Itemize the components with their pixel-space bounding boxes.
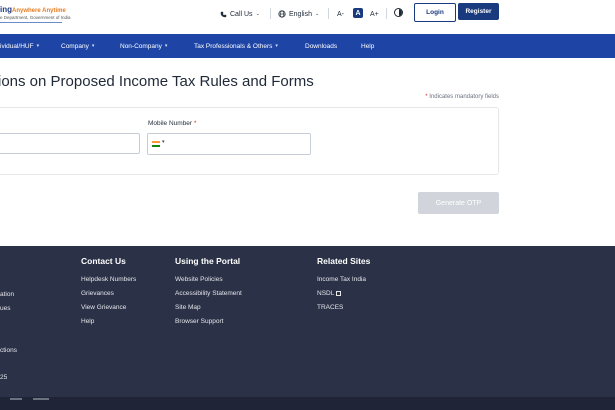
nav-item-individual[interactable]: ividual/HUF ▾: [0, 34, 39, 58]
footer-heading-contact: Contact Us: [81, 256, 126, 266]
language-label: English: [289, 10, 312, 18]
register-button[interactable]: Register: [458, 3, 499, 20]
main-nav: ividual/HUF ▾ Company ▾ Non-Company ▾ Ta…: [0, 34, 615, 58]
footer-link-nsdl[interactable]: NSDL: [317, 290, 342, 297]
mobile-number-input[interactable]: ▾: [147, 133, 311, 155]
nav-item-company[interactable]: Company ▾: [61, 34, 94, 58]
chevron-down-icon: ▾: [91, 43, 95, 49]
divider: [386, 8, 387, 19]
chevron-down-icon[interactable]: ▾: [162, 139, 165, 145]
footer-link[interactable]: ctions: [0, 347, 17, 354]
external-link-icon: [336, 291, 342, 296]
india-flag-icon[interactable]: [152, 141, 160, 147]
logo-underline: [0, 22, 62, 23]
footer-link-site-map[interactable]: Site Map: [175, 304, 201, 311]
footer-link-income-tax-india[interactable]: Income Tax India: [317, 276, 366, 283]
page-title: ions on Proposed Income Tax Rules and Fo…: [0, 73, 314, 90]
language-dropdown[interactable]: English ⌄: [278, 7, 319, 21]
globe-icon: [278, 10, 286, 18]
nav-item-non-company[interactable]: Non-Company ▾: [120, 34, 167, 58]
footer: ation ues ctions 25 Contact Us Helpdesk …: [0, 246, 615, 410]
call-us-label: Call Us: [230, 10, 253, 18]
chevron-down-icon: ⌄: [255, 11, 260, 17]
footer-link-traces[interactable]: TRACES: [317, 304, 343, 311]
chevron-down-icon: ⌄: [314, 11, 320, 17]
nav-item-label: Tax Professionals & Others: [194, 42, 273, 50]
nav-item-help[interactable]: Help: [361, 34, 374, 58]
required-star: *: [425, 94, 428, 100]
nav-item-label: Non-Company: [120, 42, 162, 50]
footer-link[interactable]: ues: [0, 305, 10, 312]
required-star: *: [193, 120, 197, 127]
font-increase-button[interactable]: A+: [370, 7, 379, 21]
mobile-number-label: Mobile Number *: [148, 120, 196, 127]
mobile-number-label-text: Mobile Number: [148, 120, 193, 127]
nav-item-label: Downloads: [305, 42, 338, 50]
chevron-down-icon: ▾: [164, 43, 168, 49]
footer-link-nsdl-label: NSDL: [317, 290, 335, 297]
footer-link-helpdesk[interactable]: Helpdesk Numbers: [81, 276, 136, 283]
nav-item-label: Help: [361, 42, 375, 50]
chevron-down-icon: ▾: [275, 43, 278, 49]
top-header: ingAnywhere Anytime e Department, Govern…: [0, 0, 615, 35]
generate-otp-button[interactable]: Generate OTP: [418, 192, 499, 214]
footer-bottom-marker: [10, 398, 22, 400]
nav-item-label: ividual/HUF: [0, 42, 34, 50]
footer-link-website-policies[interactable]: Website Policies: [175, 276, 223, 283]
logo-subtitle: e Department, Government of India: [0, 15, 71, 20]
chevron-down-icon: ▾: [36, 43, 40, 49]
font-normal-button[interactable]: A: [353, 8, 363, 18]
footer-link-browser-support[interactable]: Browser Support: [175, 318, 223, 325]
mandatory-note: * Indicates mandatory fields: [425, 94, 499, 100]
divider: [270, 8, 271, 19]
phone-icon: [220, 11, 227, 17]
footer-bottom-marker: [33, 398, 49, 400]
footer-heading-related: Related Sites: [317, 256, 371, 266]
nav-item-tax-professionals[interactable]: Tax Professionals & Others ▾: [194, 34, 278, 58]
footer-link: 25: [0, 374, 8, 381]
footer-heading-portal: Using the Portal: [175, 256, 241, 266]
site-logo[interactable]: ingAnywhere Anytime e Department, Govern…: [0, 3, 71, 29]
footer-link-grievances[interactable]: Grievances: [81, 290, 114, 297]
footer-link-help[interactable]: Help: [81, 318, 94, 325]
font-decrease-button[interactable]: A-: [337, 7, 344, 21]
login-button[interactable]: Login: [414, 3, 456, 22]
footer-bottom-bar: [0, 397, 615, 410]
divider: [328, 8, 329, 19]
contrast-icon[interactable]: [394, 8, 403, 17]
footer-link-accessibility[interactable]: Accessibility Statement: [175, 290, 242, 297]
nav-item-label: Company: [61, 42, 89, 50]
name-input[interactable]: [0, 133, 140, 154]
mandatory-note-text: Indicates mandatory fields: [429, 94, 499, 100]
nav-item-downloads[interactable]: Downloads: [305, 34, 337, 58]
call-us-dropdown[interactable]: Call Us ⌄: [220, 7, 260, 21]
footer-link-view-grievance[interactable]: View Grievance: [81, 304, 126, 311]
footer-link[interactable]: ation: [0, 291, 14, 298]
